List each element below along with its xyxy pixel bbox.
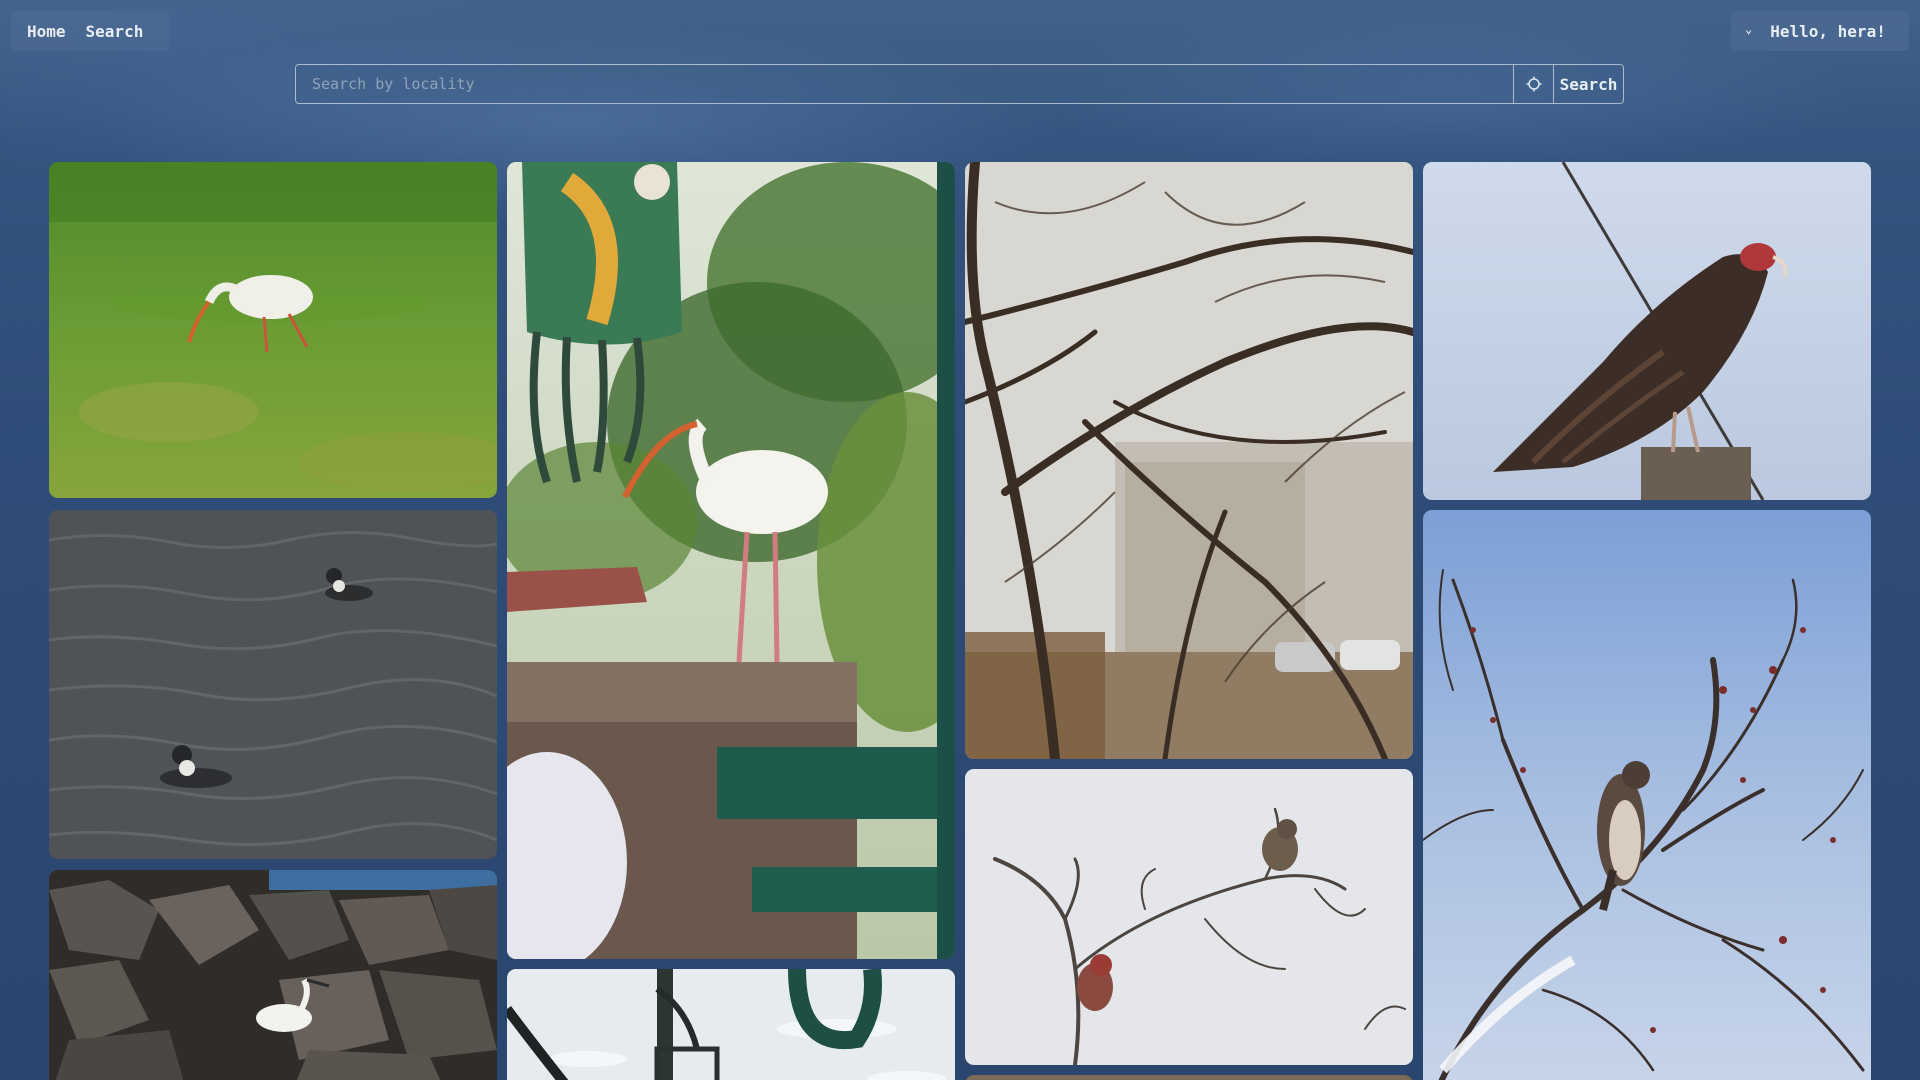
photo-bare-tree-branches[interactable] bbox=[965, 162, 1413, 759]
photo-partial-next[interactable] bbox=[965, 1075, 1413, 1080]
nav-home-button[interactable]: Home bbox=[17, 14, 76, 49]
user-menu-button[interactable]: ⌄ Hello, hera! bbox=[1731, 11, 1909, 51]
photo-white-ibis-on-grass[interactable] bbox=[49, 162, 497, 498]
chevron-down-icon: ⌄ bbox=[1745, 22, 1753, 36]
location-target-icon bbox=[1526, 76, 1541, 92]
photo-egret-on-rocks[interactable] bbox=[49, 870, 497, 1080]
search-bar: Search bbox=[295, 64, 1624, 104]
nav-search-button[interactable]: Search bbox=[76, 14, 154, 49]
use-location-button[interactable] bbox=[1513, 65, 1553, 103]
search-submit-button[interactable]: Search bbox=[1553, 65, 1623, 103]
locality-search-input[interactable] bbox=[296, 65, 1513, 103]
photo-turkey-vulture-on-post[interactable] bbox=[1423, 162, 1871, 500]
user-greeting: Hello, hera! bbox=[1770, 21, 1886, 41]
photo-loons-on-water[interactable] bbox=[49, 510, 497, 859]
main-nav: Home Search bbox=[11, 11, 170, 51]
photo-bird-feeder-in-snow[interactable] bbox=[507, 969, 955, 1080]
photo-finches-on-branch[interactable] bbox=[965, 769, 1413, 1065]
photo-white-ibis-on-wall[interactable] bbox=[507, 162, 955, 959]
photo-hawk-in-tree[interactable] bbox=[1423, 510, 1871, 1080]
